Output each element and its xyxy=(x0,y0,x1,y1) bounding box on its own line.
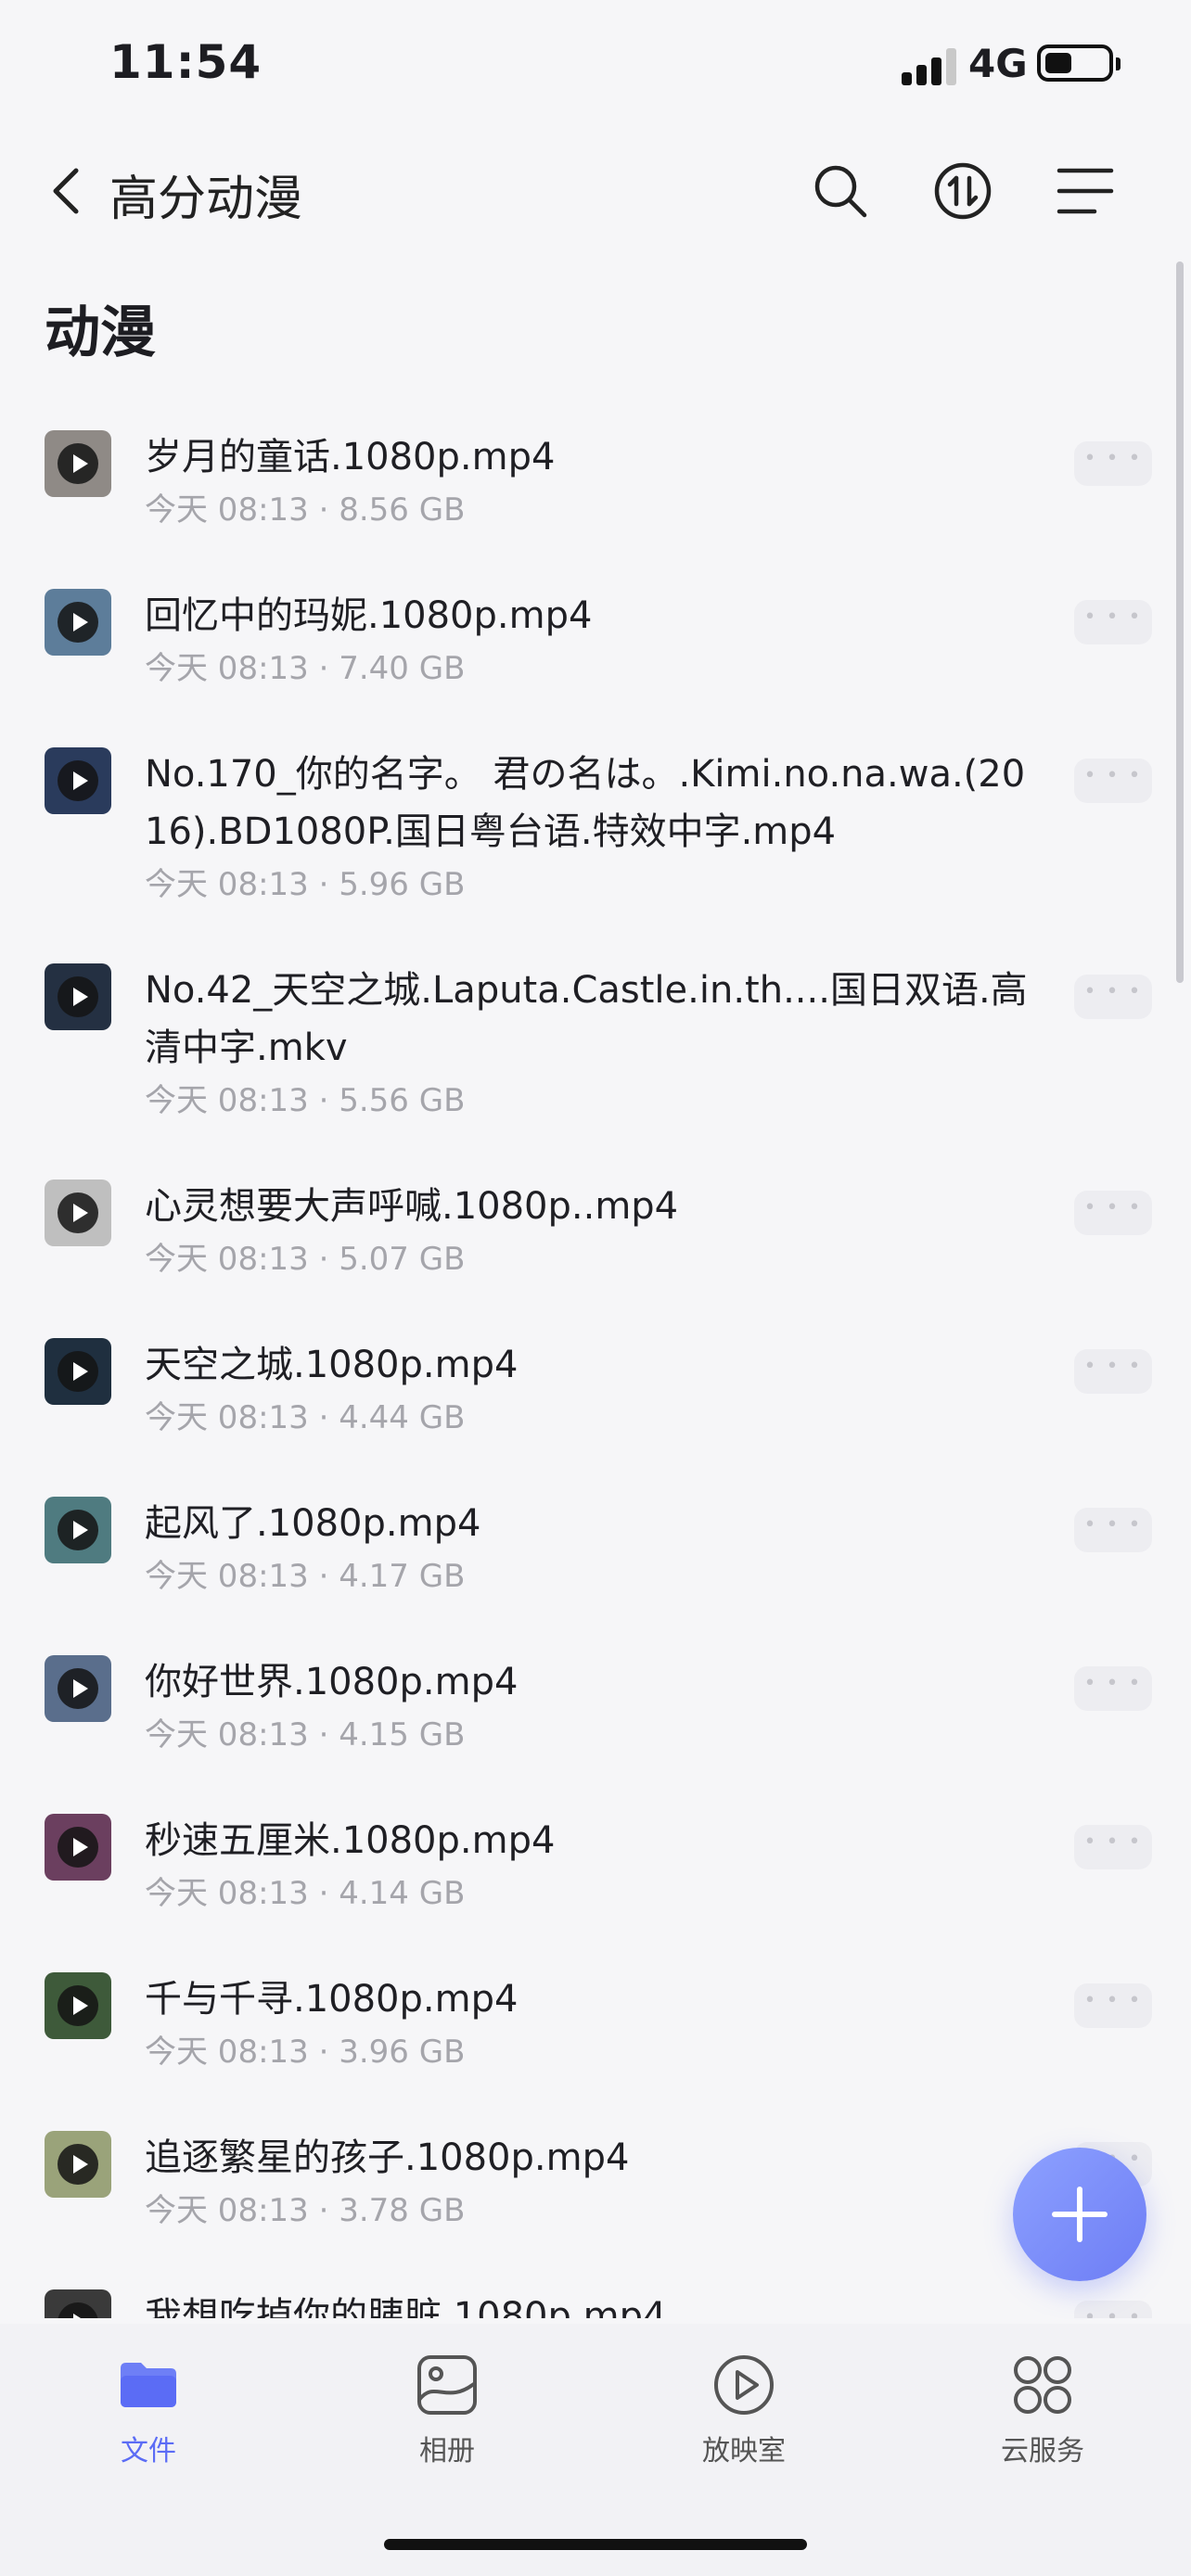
folder-icon xyxy=(121,2363,176,2407)
tab-cloud-services[interactable]: 云服务 xyxy=(950,2352,1135,2472)
more-options-button[interactable] xyxy=(1074,975,1152,1019)
video-thumbnail xyxy=(45,1814,111,1881)
more-options-button[interactable] xyxy=(1074,600,1152,644)
file-name: 心灵想要大声呼喊.1080p..mp4 xyxy=(145,1185,679,1228)
file-name: No.170_你的名字。 君の名は。.Kimi.no.na.wa.(2016).… xyxy=(145,753,1026,853)
file-meta: 今天 08:13 · 4.15 GB xyxy=(145,1716,466,1753)
play-icon xyxy=(58,1985,98,2026)
tab-label: 文件 xyxy=(121,2435,176,2468)
more-options-button[interactable] xyxy=(1074,1983,1152,2028)
more-options-button[interactable] xyxy=(1074,1666,1152,1711)
file-item[interactable]: 你好世界.1080p.mp4 今天 08:13 · 4.15 GB xyxy=(0,1633,1191,1792)
video-thumbnail xyxy=(45,1180,111,1246)
file-name: 我想吃掉你的胰脏.1080p.mp4 xyxy=(145,2295,667,2318)
play-icon xyxy=(58,1192,98,1233)
more-options-button[interactable] xyxy=(1074,1349,1152,1394)
photo-album-icon xyxy=(417,2355,477,2415)
grid-circles-icon xyxy=(1014,2356,1071,2414)
page-title: 高分动漫 xyxy=(109,172,303,227)
file-item[interactable]: No.42_天空之城.Laputa.Castle.in.th....国日双语.高… xyxy=(0,941,1191,1157)
play-icon xyxy=(58,1510,98,1550)
battery-icon xyxy=(1037,45,1121,82)
video-thumbnail xyxy=(45,1655,111,1722)
play-icon xyxy=(58,760,98,801)
video-thumbnail xyxy=(45,747,111,814)
file-item[interactable]: 千与千寻.1080p.mp4 今天 08:13 · 3.96 GB xyxy=(0,1950,1191,2109)
navigation-bar: 高分动漫 xyxy=(0,139,1191,250)
file-meta: 今天 08:13 · 5.07 GB xyxy=(145,1241,466,1278)
file-item[interactable]: 追逐繁星的孩子.1080p.mp4 今天 08:13 · 3.78 GB xyxy=(0,2109,1191,2267)
video-thumbnail xyxy=(45,2131,111,2198)
file-item[interactable]: 天空之城.1080p.mp4 今天 08:13 · 4.44 GB xyxy=(0,1316,1191,1474)
tab-label: 放映室 xyxy=(702,2435,786,2468)
file-item[interactable]: 心灵想要大声呼喊.1080p..mp4 今天 08:13 · 5.07 GB xyxy=(0,1157,1191,1316)
file-meta: 今天 08:13 · 3.96 GB xyxy=(145,2034,466,2071)
section-title: 动漫 xyxy=(45,300,156,365)
file-item[interactable]: 岁月的童话.1080p.mp4 今天 08:13 · 8.56 GB xyxy=(0,408,1191,567)
video-thumbnail xyxy=(45,2289,111,2318)
file-list: 岁月的童话.1080p.mp4 今天 08:13 · 8.56 GB 回忆中的玛… xyxy=(0,408,1191,2318)
video-thumbnail xyxy=(45,1338,111,1405)
play-icon xyxy=(58,602,98,643)
file-name: 秒速五厘米.1080p.mp4 xyxy=(145,1819,556,1862)
more-options-button[interactable] xyxy=(1074,1191,1152,1235)
file-item[interactable]: 秒速五厘米.1080p.mp4 今天 08:13 · 4.14 GB xyxy=(0,1792,1191,1950)
network-type: 4G xyxy=(968,41,1028,86)
play-icon xyxy=(58,2302,98,2318)
sort-icon[interactable] xyxy=(929,158,996,224)
tab-screening-room[interactable]: 放映室 xyxy=(651,2352,837,2472)
more-options-button[interactable] xyxy=(1074,1508,1152,1552)
tab-files[interactable]: 文件 xyxy=(56,2352,241,2472)
file-name: 天空之城.1080p.mp4 xyxy=(145,1344,519,1386)
play-icon xyxy=(58,976,98,1017)
file-name: 起风了.1080p.mp4 xyxy=(145,1502,481,1545)
more-options-button[interactable] xyxy=(1074,2301,1152,2318)
file-name: 你好世界.1080p.mp4 xyxy=(145,1661,519,1703)
file-meta: 今天 08:13 · 5.56 GB xyxy=(145,1082,466,1119)
file-meta: 今天 08:13 · 5.96 GB xyxy=(145,866,466,903)
back-chevron-icon[interactable] xyxy=(41,163,96,219)
file-name: 千与千寻.1080p.mp4 xyxy=(145,1978,519,2021)
file-name: No.42_天空之城.Laputa.Castle.in.th....国日双语.高… xyxy=(145,969,1028,1069)
file-meta: 今天 08:13 · 8.56 GB xyxy=(145,491,466,529)
tab-album[interactable]: 相册 xyxy=(354,2352,540,2472)
cellular-signal-icon xyxy=(902,48,959,85)
file-name: 岁月的童话.1080p.mp4 xyxy=(145,436,556,478)
home-indicator xyxy=(384,2539,807,2550)
tab-label: 相册 xyxy=(419,2435,475,2468)
video-thumbnail xyxy=(45,963,111,1030)
file-meta: 今天 08:13 · 4.17 GB xyxy=(145,1558,466,1595)
file-item[interactable]: No.170_你的名字。 君の名は。.Kimi.no.na.wa.(2016).… xyxy=(0,725,1191,941)
file-meta: 今天 08:13 · 7.40 GB xyxy=(145,650,466,687)
play-circle-icon xyxy=(714,2355,774,2415)
file-name: 追逐繁星的孩子.1080p.mp4 xyxy=(145,2136,630,2179)
video-thumbnail xyxy=(45,430,111,497)
file-meta: 今天 08:13 · 4.44 GB xyxy=(145,1399,466,1436)
more-options-button[interactable] xyxy=(1074,441,1152,486)
play-icon xyxy=(58,1827,98,1868)
menu-icon[interactable] xyxy=(1052,158,1119,224)
play-icon xyxy=(58,2144,98,2185)
play-icon xyxy=(58,443,98,484)
status-time: 11:54 xyxy=(109,35,263,89)
video-thumbnail xyxy=(45,589,111,656)
video-thumbnail xyxy=(45,1972,111,2039)
search-icon[interactable] xyxy=(807,158,874,224)
more-options-button[interactable] xyxy=(1074,1825,1152,1869)
tab-label: 云服务 xyxy=(1001,2435,1084,2468)
file-item[interactable]: 起风了.1080p.mp4 今天 08:13 · 4.17 GB xyxy=(0,1474,1191,1633)
play-icon xyxy=(58,1668,98,1709)
play-icon xyxy=(58,1351,98,1392)
file-item[interactable]: 回忆中的玛妮.1080p.mp4 今天 08:13 · 7.40 GB xyxy=(0,567,1191,725)
file-meta: 今天 08:13 · 4.14 GB xyxy=(145,1875,466,1912)
video-thumbnail xyxy=(45,1497,111,1563)
status-bar: 11:54 4G xyxy=(0,0,1191,130)
add-button[interactable] xyxy=(1013,2148,1146,2281)
more-options-button[interactable] xyxy=(1074,759,1152,803)
file-meta: 今天 08:13 · 3.78 GB xyxy=(145,2192,466,2229)
file-item[interactable]: 我想吃掉你的胰脏.1080p.mp4 xyxy=(0,2267,1191,2318)
file-name: 回忆中的玛妮.1080p.mp4 xyxy=(145,594,593,637)
